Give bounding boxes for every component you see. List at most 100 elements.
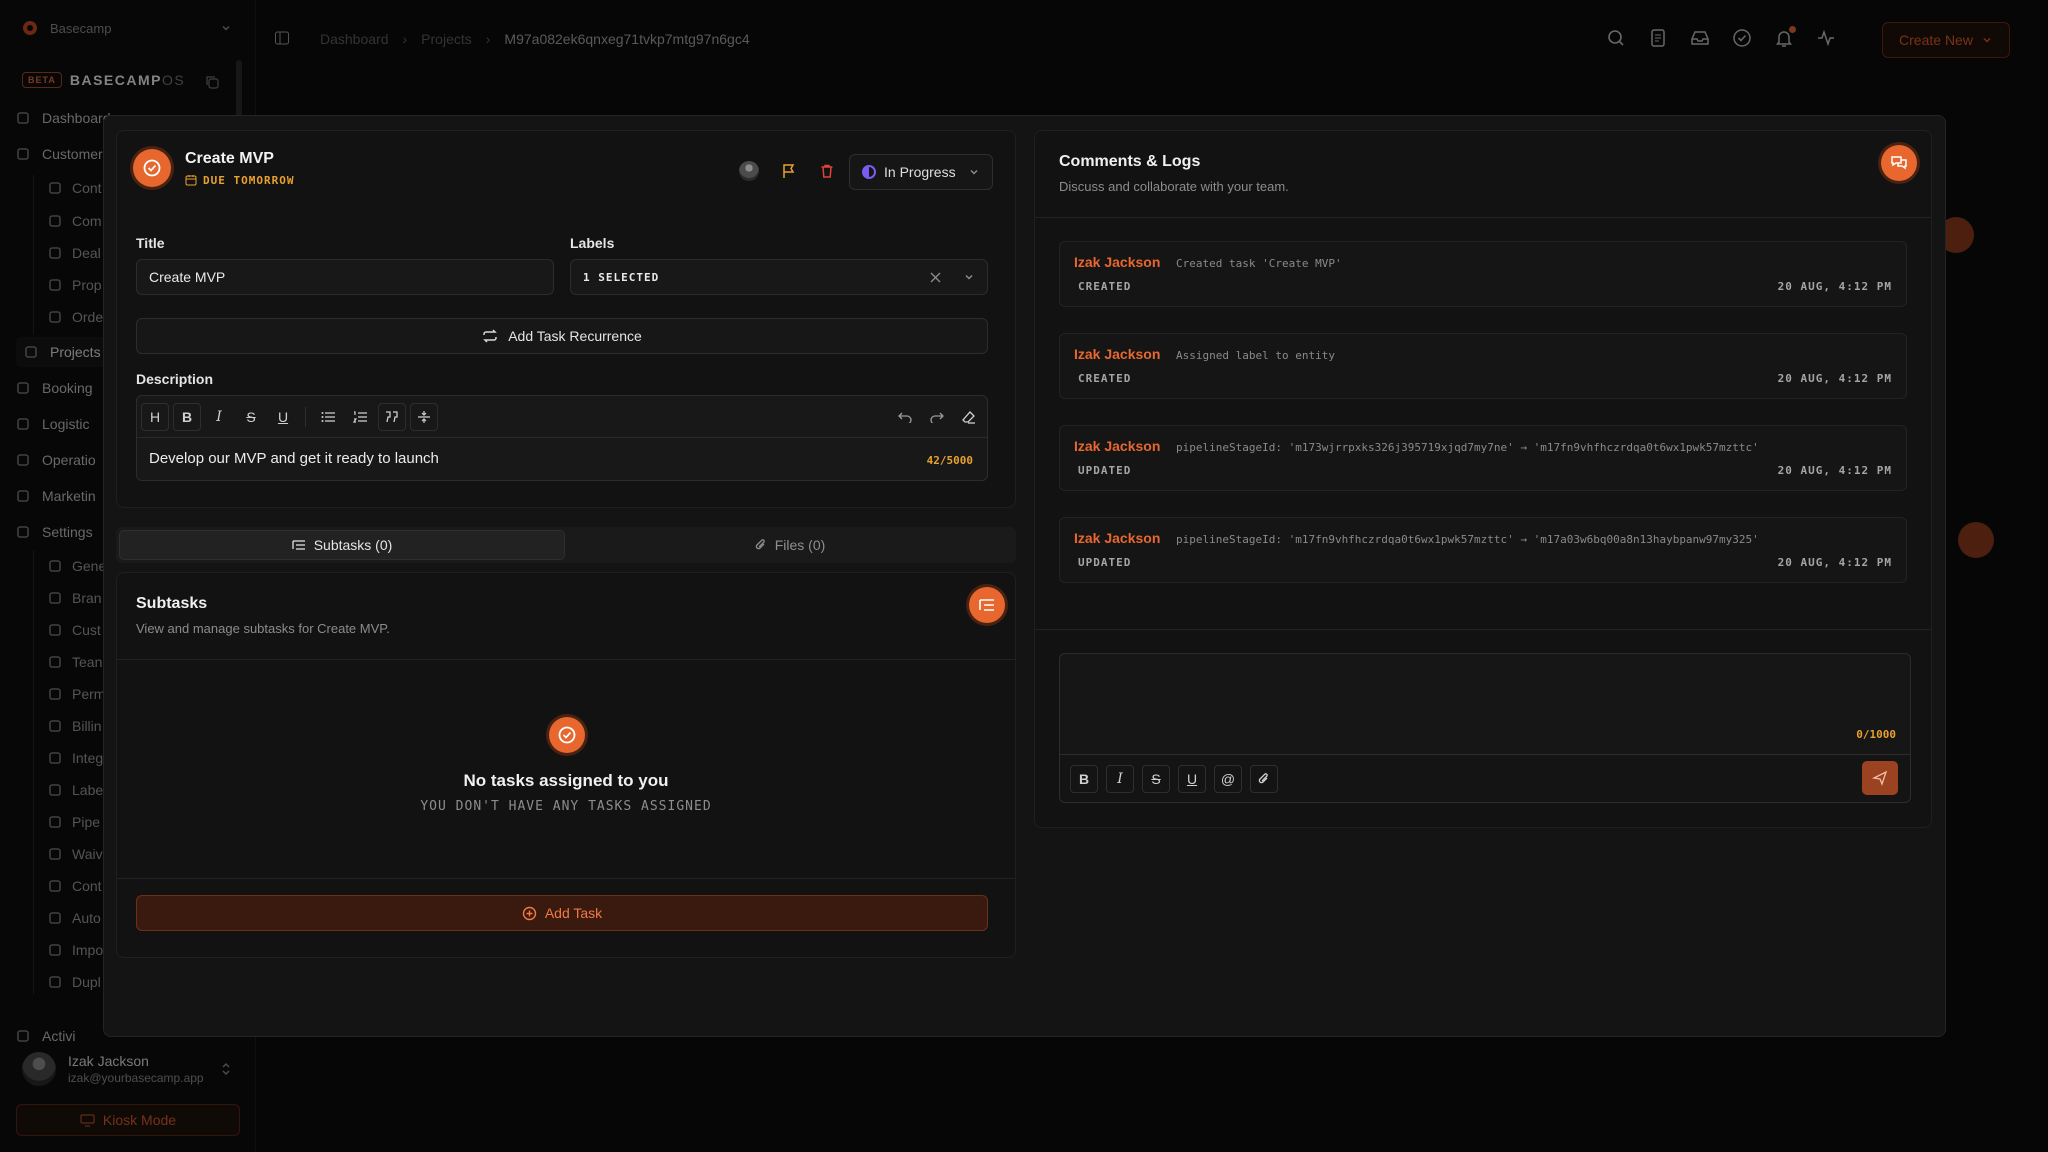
attach-icon[interactable] — [1250, 764, 1278, 793]
description-text: Develop our MVP and get it ready to laun… — [149, 450, 439, 467]
bullet-list-icon[interactable] — [314, 403, 342, 431]
log-action: Created task 'Create MVP' — [1176, 257, 1342, 270]
log-user[interactable]: Izak Jackson — [1074, 530, 1160, 546]
log-tag: UPDATED — [1078, 464, 1132, 477]
description-label: Description — [136, 371, 214, 387]
comment-char-count: 0/1000 — [1856, 728, 1896, 741]
empty-state-icon — [549, 717, 585, 753]
calendar-icon — [185, 174, 197, 186]
heading-button[interactable]: H — [141, 402, 169, 431]
send-button[interactable] — [1862, 761, 1898, 795]
log-time: 20 AUG, 4:12 PM — [1777, 556, 1892, 569]
task-detail-modal: Create MVP DUE TOMORROW In Progress Titl… — [103, 115, 1946, 1037]
toolbar-divider — [305, 406, 306, 427]
clear-icon[interactable] — [930, 272, 941, 283]
tab-files[interactable]: Files (0) — [567, 530, 1013, 560]
log-action: pipelineStageId: 'm17fn9vhfhczrdqa0t6wx1… — [1176, 533, 1759, 546]
title-value: Create MVP — [149, 269, 226, 285]
ordered-list-icon[interactable] — [346, 403, 374, 431]
strikethrough-button[interactable]: S — [237, 403, 265, 431]
description-char-count: 42/5000 — [926, 454, 973, 467]
description-editor[interactable]: H B I S U Develop our MVP and get it rea… — [136, 395, 988, 481]
plus-circle-icon — [522, 906, 537, 921]
repeat-icon — [482, 328, 498, 344]
send-icon — [1872, 770, 1888, 786]
labels-label: Labels — [570, 235, 615, 251]
subtasks-title: Subtasks — [136, 595, 208, 612]
log-tag: CREATED — [1078, 372, 1132, 385]
italic-button[interactable]: I — [205, 403, 233, 431]
comment-editor[interactable]: 0/1000 B I S U @ — [1059, 653, 1911, 803]
redo-icon[interactable] — [923, 403, 951, 431]
log-user[interactable]: Izak Jackson — [1074, 438, 1160, 454]
subtasks-card: Subtasks View and manage subtasks for Cr… — [116, 572, 1016, 958]
comments-icon-button[interactable] — [1881, 145, 1917, 181]
horizontal-rule-icon[interactable] — [410, 402, 438, 431]
chevron-down-icon — [968, 166, 980, 178]
due-badge: DUE TOMORROW — [185, 174, 294, 187]
title-input[interactable]: Create MVP — [136, 259, 554, 295]
quote-icon[interactable] — [378, 402, 406, 431]
underline-button[interactable]: U — [1178, 764, 1206, 793]
task-actions — [739, 161, 835, 181]
chevron-down-icon — [963, 271, 975, 283]
log-time: 20 AUG, 4:12 PM — [1777, 372, 1892, 385]
task-header: Create MVP DUE TOMORROW — [133, 149, 294, 187]
underline-button[interactable]: U — [269, 403, 297, 431]
labels-value: 1 SELECTED — [583, 270, 660, 284]
log-user[interactable]: Izak Jackson — [1074, 254, 1160, 270]
empty-state-subtitle: YOU DON'T HAVE ANY TASKS ASSIGNED — [420, 799, 712, 814]
list-tree-icon — [292, 539, 306, 551]
section-divider — [1035, 217, 1931, 218]
status-value: In Progress — [884, 164, 956, 180]
status-select[interactable]: In Progress — [849, 154, 993, 190]
log-action: Assigned label to entity — [1176, 349, 1335, 362]
undo-icon[interactable] — [891, 403, 919, 431]
empty-state-title: No tasks assigned to you — [463, 771, 669, 790]
log-entry: Izak Jackson Created task 'Create MVP' CRE… — [1059, 241, 1907, 307]
task-title: Create MVP — [185, 149, 274, 167]
title-label: Title — [136, 235, 165, 251]
italic-button[interactable]: I — [1106, 764, 1134, 793]
log-time: 20 AUG, 4:12 PM — [1777, 464, 1892, 477]
section-divider — [117, 878, 1015, 879]
comments-title: Comments & Logs — [1059, 153, 1201, 170]
add-task-button[interactable]: Add Task — [136, 895, 988, 931]
trash-icon[interactable] — [819, 163, 835, 179]
strikethrough-button[interactable]: S — [1142, 764, 1170, 793]
add-task-recurrence-button[interactable]: Add Task Recurrence — [136, 318, 988, 354]
log-entry: Izak Jackson Assigned label to entity CREA… — [1059, 333, 1907, 399]
log-entry: Izak Jackson pipelineStageId: 'm173wjrrpx… — [1059, 425, 1907, 491]
tab-files-label: Files (0) — [774, 537, 826, 553]
add-task-recurrence-label: Add Task Recurrence — [508, 328, 642, 344]
log-tag: CREATED — [1078, 280, 1132, 293]
labels-select[interactable]: 1 SELECTED — [570, 259, 988, 295]
tab-subtasks[interactable]: Subtasks (0) — [119, 530, 565, 560]
add-task-label: Add Task — [544, 905, 603, 921]
log-action: pipelineStageId: 'm173wjrrpxks326j395719… — [1176, 441, 1759, 454]
paperclip-icon — [755, 538, 767, 552]
bold-button[interactable]: B — [1070, 764, 1098, 793]
assignee-avatar[interactable] — [739, 161, 759, 181]
comments-card: Comments & Logs Discuss and collaborate … — [1034, 130, 1932, 828]
task-details-card: Create MVP DUE TOMORROW In Progress Titl… — [116, 130, 1016, 508]
task-status-badge — [133, 149, 171, 187]
tab-bar: Subtasks (0) Files (0) — [116, 527, 1016, 563]
log-entry: Izak Jackson pipelineStageId: 'm17fn9vhfh… — [1059, 517, 1907, 583]
log-tag: UPDATED — [1078, 556, 1132, 569]
flag-icon[interactable] — [781, 163, 797, 179]
subtasks-subtitle: View and manage subtasks for Create MVP. — [136, 621, 390, 636]
mention-icon[interactable]: @ — [1214, 764, 1242, 793]
subtasks-icon-button[interactable] — [969, 587, 1005, 623]
in-progress-icon — [862, 165, 876, 179]
section-divider — [1035, 629, 1931, 630]
due-label: DUE TOMORROW — [203, 173, 295, 187]
eraser-icon[interactable] — [955, 403, 983, 431]
comments-subtitle: Discuss and collaborate with your team. — [1059, 179, 1289, 194]
tab-subtasks-label: Subtasks (0) — [313, 537, 393, 553]
log-time: 20 AUG, 4:12 PM — [1777, 280, 1892, 293]
log-user[interactable]: Izak Jackson — [1074, 346, 1160, 362]
section-divider — [117, 659, 1015, 660]
editor-toolbar: H B I S U — [137, 396, 987, 438]
bold-button[interactable]: B — [173, 402, 201, 431]
